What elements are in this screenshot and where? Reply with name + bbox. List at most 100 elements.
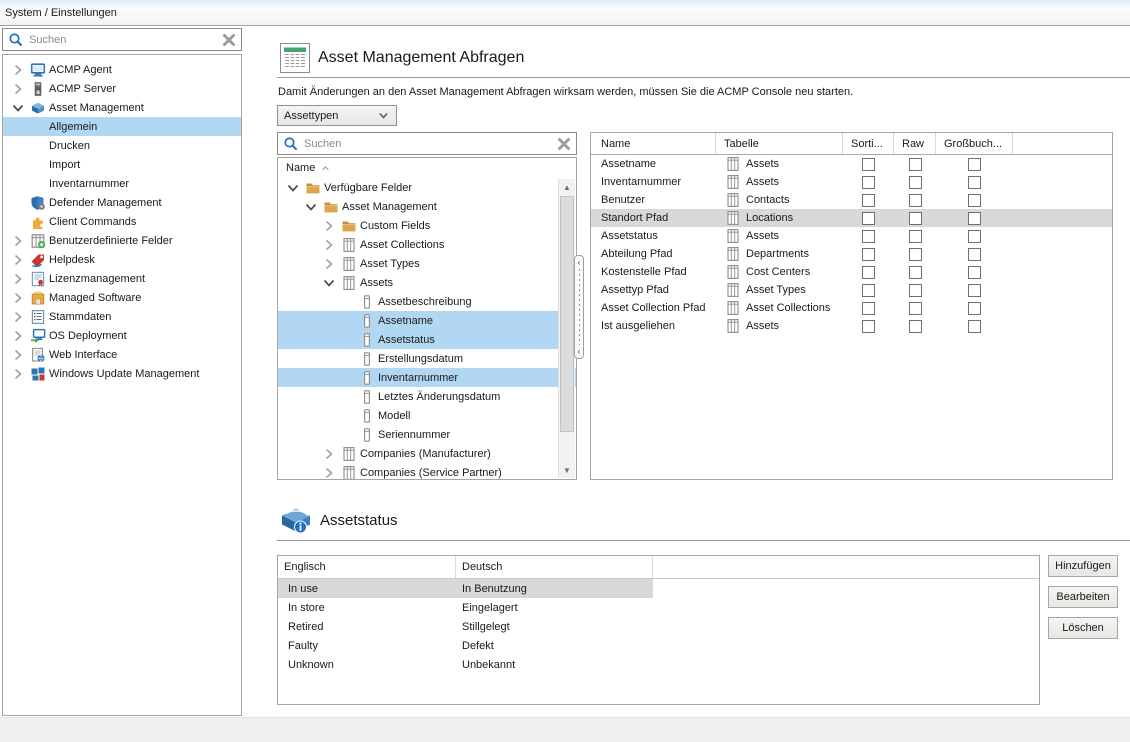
- fields-search-input[interactable]: [302, 137, 552, 151]
- raw-checkbox[interactable]: [909, 194, 922, 207]
- list-item[interactable]: In store Eingelagert: [278, 598, 653, 617]
- table-row[interactable]: Asset Collection Pfad Asset Collections: [591, 299, 1112, 317]
- raw-checkbox[interactable]: [909, 212, 922, 225]
- tree-item[interactable]: Asset Collections: [278, 235, 576, 254]
- sort-checkbox[interactable]: [862, 194, 875, 207]
- scroll-up-button[interactable]: ▲: [559, 179, 575, 195]
- fields-search[interactable]: [277, 132, 577, 155]
- raw-checkbox[interactable]: [909, 230, 922, 243]
- collapse-left-icon[interactable]: ‹: [578, 347, 581, 356]
- chevron-right-icon[interactable]: [9, 62, 26, 78]
- uppercase-checkbox[interactable]: [968, 194, 981, 207]
- raw-checkbox[interactable]: [909, 248, 922, 261]
- tree-item[interactable]: Asset Types: [278, 254, 576, 273]
- tree-item[interactable]: Companies (Service Partner): [278, 463, 576, 480]
- table-row[interactable]: Assetstatus Assets: [591, 227, 1112, 245]
- sort-checkbox[interactable]: [862, 266, 875, 279]
- tree-item[interactable]: Assetname: [278, 311, 576, 330]
- sidebar-item[interactable]: Windows Update Management: [3, 364, 241, 383]
- column-header-german[interactable]: Deutsch: [456, 556, 653, 578]
- tree-item[interactable]: Assetbeschreibung: [278, 292, 576, 311]
- action-button[interactable]: Löschen: [1048, 617, 1118, 639]
- chevron-down-icon[interactable]: [320, 275, 337, 291]
- chevron-right-icon[interactable]: [320, 465, 337, 481]
- sidebar-item[interactable]: Import: [3, 155, 241, 174]
- sidebar-item[interactable]: Lizenzmanagement: [3, 269, 241, 288]
- sidebar-item[interactable]: Defender Management: [3, 193, 241, 212]
- sidebar-search-input[interactable]: [27, 33, 217, 47]
- sidebar-item[interactable]: Benutzerdefinierte Felder: [3, 231, 241, 250]
- tree-item[interactable]: Erstellungsdatum: [278, 349, 576, 368]
- column-header-table[interactable]: Tabelle: [716, 133, 843, 154]
- table-row[interactable]: Benutzer Contacts: [591, 191, 1112, 209]
- tree-item[interactable]: Custom Fields: [278, 216, 576, 235]
- chevron-down-icon[interactable]: [9, 100, 26, 116]
- vertical-scrollbar[interactable]: ▲ ▼: [558, 179, 575, 478]
- column-header-uppercase[interactable]: Großbuch...: [936, 133, 1013, 154]
- tree-item[interactable]: Letztes Änderungsdatum: [278, 387, 576, 406]
- tree-item[interactable]: Assetstatus: [278, 330, 576, 349]
- uppercase-checkbox[interactable]: [968, 212, 981, 225]
- tree-item[interactable]: Companies (Manufacturer): [278, 444, 576, 463]
- chevron-right-icon[interactable]: [320, 237, 337, 253]
- column-header-name[interactable]: Name: [591, 133, 716, 154]
- chevron-right-icon[interactable]: [320, 256, 337, 272]
- tree-item[interactable]: Inventarnummer: [278, 368, 576, 387]
- raw-checkbox[interactable]: [909, 176, 922, 189]
- chevron-right-icon[interactable]: [9, 366, 26, 382]
- sort-checkbox[interactable]: [862, 158, 875, 171]
- list-item[interactable]: Unknown Unbekannt: [278, 655, 653, 674]
- sidebar-item[interactable]: Drucken: [3, 136, 241, 155]
- column-header-raw[interactable]: Raw: [894, 133, 936, 154]
- scroll-down-button[interactable]: ▼: [559, 462, 575, 478]
- sort-checkbox[interactable]: [862, 230, 875, 243]
- sidebar-item[interactable]: Helpdesk: [3, 250, 241, 269]
- chevron-right-icon[interactable]: [9, 252, 26, 268]
- sort-checkbox[interactable]: [862, 176, 875, 189]
- tree-item[interactable]: Asset Management: [278, 197, 576, 216]
- scrollbar-thumb[interactable]: [560, 196, 574, 432]
- query-type-dropdown[interactable]: Assettypen: [277, 105, 397, 126]
- chevron-right-icon[interactable]: [9, 347, 26, 363]
- sort-checkbox[interactable]: [862, 212, 875, 225]
- table-row[interactable]: Abteilung Pfad Departments: [591, 245, 1112, 263]
- sidebar-item[interactable]: Inventarnummer: [3, 174, 241, 193]
- chevron-right-icon[interactable]: [9, 81, 26, 97]
- sidebar-item[interactable]: Asset Management: [3, 98, 241, 117]
- raw-checkbox[interactable]: [909, 320, 922, 333]
- sort-checkbox[interactable]: [862, 284, 875, 297]
- action-button[interactable]: Bearbeiten: [1048, 586, 1118, 608]
- chevron-right-icon[interactable]: [9, 233, 26, 249]
- table-row[interactable]: Assettyp Pfad Asset Types: [591, 281, 1112, 299]
- uppercase-checkbox[interactable]: [968, 320, 981, 333]
- chevron-right-icon[interactable]: [9, 328, 26, 344]
- chevron-right-icon[interactable]: [9, 309, 26, 325]
- uppercase-checkbox[interactable]: [968, 248, 981, 261]
- uppercase-checkbox[interactable]: [968, 158, 981, 171]
- sidebar-item[interactable]: Client Commands: [3, 212, 241, 231]
- raw-checkbox[interactable]: [909, 284, 922, 297]
- sort-checkbox[interactable]: [862, 320, 875, 333]
- action-button[interactable]: Hinzufügen: [1048, 555, 1118, 577]
- table-row[interactable]: Ist ausgeliehen Assets: [591, 317, 1112, 335]
- raw-checkbox[interactable]: [909, 302, 922, 315]
- uppercase-checkbox[interactable]: [968, 266, 981, 279]
- tree-item[interactable]: Verfügbare Felder: [278, 178, 576, 197]
- uppercase-checkbox[interactable]: [968, 302, 981, 315]
- uppercase-checkbox[interactable]: [968, 176, 981, 189]
- sort-checkbox[interactable]: [862, 302, 875, 315]
- clear-icon[interactable]: [555, 136, 572, 152]
- collapse-left-icon[interactable]: ‹: [578, 258, 581, 267]
- chevron-right-icon[interactable]: [9, 271, 26, 287]
- sidebar-item[interactable]: Stammdaten: [3, 307, 241, 326]
- sidebar-item[interactable]: ACMP Server: [3, 79, 241, 98]
- tree-item[interactable]: Modell: [278, 406, 576, 425]
- fields-column-header[interactable]: Name: [278, 158, 576, 178]
- sort-checkbox[interactable]: [862, 248, 875, 261]
- table-row[interactable]: Standort Pfad Locations: [591, 209, 1112, 227]
- column-header-english[interactable]: Englisch: [278, 556, 456, 578]
- sidebar-search[interactable]: [2, 28, 242, 51]
- panel-splitter[interactable]: ‹ ‹: [574, 255, 584, 359]
- list-item[interactable]: Faulty Defekt: [278, 636, 653, 655]
- column-header-sort[interactable]: Sorti...: [843, 133, 894, 154]
